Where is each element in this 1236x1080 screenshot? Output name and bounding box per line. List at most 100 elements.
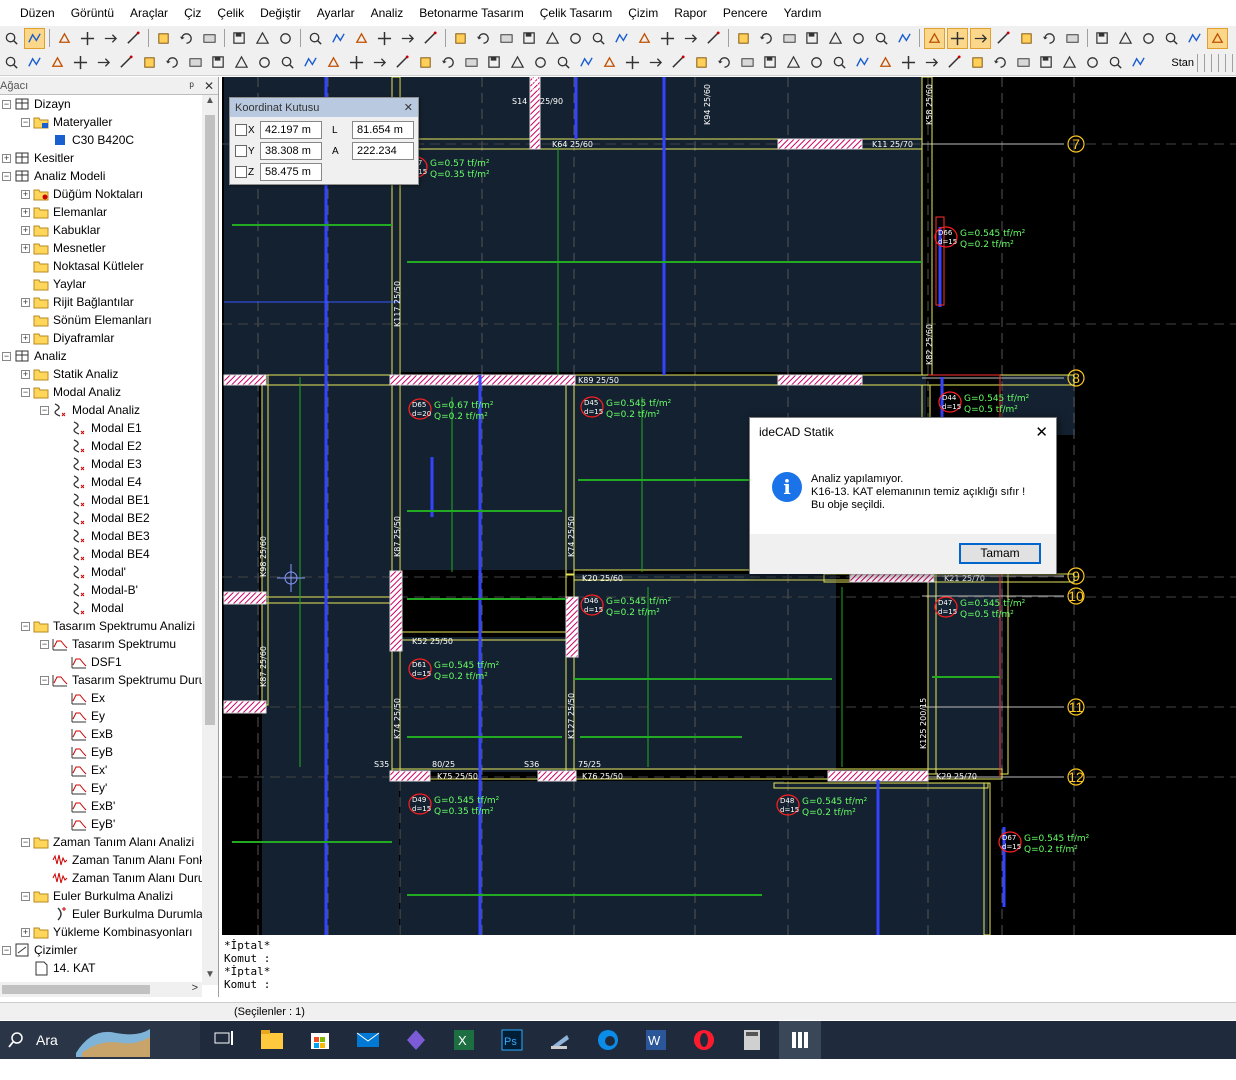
tree-node[interactable]: Modal E4 bbox=[59, 473, 142, 491]
toolbar-tool-icon[interactable] bbox=[255, 53, 274, 72]
tree-node[interactable]: Modal E1 bbox=[59, 419, 142, 437]
ok-button[interactable]: Tamam bbox=[959, 543, 1041, 564]
wall[interactable] bbox=[223, 591, 267, 605]
menu-item-3[interactable]: Çiz bbox=[176, 0, 209, 26]
menu-item-0[interactable]: Düzen bbox=[0, 0, 63, 26]
toolbar-tool-icon[interactable] bbox=[1014, 53, 1033, 72]
toolbar-tool-icon[interactable] bbox=[101, 29, 120, 48]
idecad-taskbar-icon[interactable] bbox=[539, 1021, 581, 1059]
tree-node[interactable]: − Materyaller bbox=[21, 113, 112, 131]
l-value-field[interactable]: 81.654 m bbox=[352, 121, 414, 139]
toolbar-tool-icon[interactable] bbox=[200, 29, 219, 48]
toolbar-tool-icon[interactable] bbox=[738, 53, 757, 72]
toolbar-tool-icon[interactable] bbox=[393, 53, 412, 72]
tree-node[interactable]: − Analiz Modeli bbox=[2, 167, 105, 185]
z-value-field[interactable]: 58.475 m bbox=[260, 163, 322, 181]
expander-icon[interactable]: + bbox=[21, 333, 30, 343]
task-view-icon[interactable] bbox=[203, 1021, 245, 1059]
toolbar-tool-icon[interactable] bbox=[531, 53, 550, 72]
tree-node[interactable]: Modal BE4 bbox=[59, 545, 150, 563]
toolbar-tool-icon[interactable] bbox=[24, 27, 45, 49]
toolbar-tool-icon[interactable] bbox=[25, 53, 44, 72]
toolbar-tool-icon[interactable] bbox=[163, 53, 182, 72]
expander-icon[interactable]: − bbox=[2, 351, 11, 361]
tree-node[interactable]: EyB bbox=[59, 743, 113, 761]
tree-node[interactable]: − Analiz bbox=[2, 347, 67, 365]
z-lock-checkbox[interactable] bbox=[235, 166, 247, 178]
expander-icon[interactable]: + bbox=[21, 243, 30, 253]
toolbar-tool-icon[interactable] bbox=[278, 53, 297, 72]
tree-node[interactable]: Noktasal Kütleler bbox=[21, 257, 144, 275]
menu-item-5[interactable]: Değiştir bbox=[252, 0, 309, 26]
toolbar-tool-icon[interactable] bbox=[876, 53, 895, 72]
expander-icon[interactable]: + bbox=[21, 207, 30, 217]
standard-toolbar-label[interactable]: Stan bbox=[1169, 57, 1194, 69]
toolbar-tool-icon[interactable] bbox=[1129, 53, 1148, 72]
wall[interactable] bbox=[389, 770, 431, 782]
toolbar-tool-icon[interactable] bbox=[968, 53, 987, 72]
close-icon[interactable]: ✕ bbox=[204, 79, 214, 93]
wall[interactable] bbox=[537, 770, 577, 782]
copilot-icon[interactable] bbox=[395, 1021, 437, 1059]
toolbar-tool-icon[interactable] bbox=[306, 29, 325, 48]
y-value-field[interactable]: 38.308 m bbox=[260, 142, 322, 160]
toolbar-tool-icon[interactable] bbox=[2, 53, 21, 72]
floor-plan[interactable]: 789101112K64 25/60 K11 25/70K89 25/50K20 … bbox=[222, 77, 1236, 935]
tree-node[interactable]: − Tasarım Spektrumu Duru bbox=[40, 671, 202, 689]
tree-node[interactable]: + Yükleme Kombinasyonları bbox=[21, 923, 192, 941]
menu-item-12[interactable]: Pencere bbox=[715, 0, 776, 26]
toolbar-tool-icon[interactable] bbox=[347, 53, 366, 72]
toolbar-tool-icon[interactable] bbox=[895, 29, 914, 48]
toolbar-tool-icon[interactable] bbox=[253, 29, 272, 48]
expander-icon[interactable]: − bbox=[2, 171, 11, 181]
toolbar-tool-icon[interactable] bbox=[451, 29, 470, 48]
slab[interactable] bbox=[400, 637, 576, 772]
toolbar-tool-icon[interactable] bbox=[1185, 29, 1204, 48]
menu-item-13[interactable]: Yardım bbox=[776, 0, 830, 26]
hscroll-thumb[interactable] bbox=[2, 985, 150, 994]
tree-node[interactable]: DSF1 bbox=[59, 653, 122, 671]
scroll-down-icon[interactable]: ▼ bbox=[202, 969, 218, 985]
toolbar-tool-icon[interactable] bbox=[140, 53, 159, 72]
toolbar-tool-icon[interactable] bbox=[853, 53, 872, 72]
edge-icon[interactable] bbox=[587, 1021, 629, 1059]
expander-icon[interactable]: − bbox=[21, 621, 30, 631]
tree-node[interactable]: + Düğüm Noktaları bbox=[21, 185, 143, 203]
toolbar-tool-icon[interactable] bbox=[780, 29, 799, 48]
toolbar-tool-icon[interactable] bbox=[416, 53, 435, 72]
toolbar-tool-icon[interactable] bbox=[945, 53, 964, 72]
toolbar-tool-icon[interactable] bbox=[577, 53, 596, 72]
toolbar-tool-icon[interactable] bbox=[1116, 29, 1135, 48]
tree-node[interactable]: − Tasarım Spektrumu bbox=[40, 635, 176, 653]
tree-node[interactable]: Zaman Tanım Alanı Duru bbox=[40, 869, 202, 887]
toolbar-tool-icon[interactable] bbox=[554, 53, 573, 72]
toolbar-tool-icon[interactable] bbox=[421, 29, 440, 48]
toolbar-tool-icon[interactable] bbox=[899, 53, 918, 72]
toolbar-tool-icon[interactable] bbox=[375, 29, 394, 48]
tree-node[interactable]: ExB bbox=[59, 725, 113, 743]
toolbar-tool-icon[interactable] bbox=[803, 29, 822, 48]
tree-node[interactable]: Modal' bbox=[59, 563, 126, 581]
toolbar-tool-icon[interactable] bbox=[669, 53, 688, 72]
slab[interactable] bbox=[400, 77, 922, 372]
dialog-titlebar[interactable]: ideCAD Statik ✕ bbox=[750, 418, 1056, 446]
tree-vertical-scrollbar[interactable]: ▲ ▼ bbox=[202, 95, 218, 985]
toolbar-tool-icon[interactable] bbox=[704, 29, 723, 48]
mail-icon[interactable] bbox=[347, 1021, 389, 1059]
scroll-right-icon[interactable]: > bbox=[192, 982, 198, 994]
wall[interactable] bbox=[389, 570, 403, 652]
close-icon[interactable]: ✕ bbox=[1035, 423, 1048, 441]
scroll-thumb[interactable] bbox=[205, 115, 215, 725]
toolbar-tool-icon[interactable] bbox=[924, 27, 945, 49]
toolbar-tool-icon[interactable] bbox=[566, 29, 585, 48]
photoshop-icon[interactable]: Ps bbox=[491, 1021, 533, 1059]
expander-icon[interactable]: − bbox=[21, 387, 30, 397]
toolbar-tool-icon[interactable] bbox=[600, 53, 619, 72]
taskbar-search[interactable]: Ara bbox=[0, 1021, 200, 1059]
menu-item-11[interactable]: Rapor bbox=[666, 0, 715, 26]
calculator-icon[interactable] bbox=[731, 1021, 773, 1059]
tree-node[interactable]: − Modal Analiz bbox=[21, 383, 121, 401]
toolbar-tool-icon[interactable] bbox=[48, 53, 67, 72]
toolbar-tool-icon[interactable] bbox=[232, 53, 251, 72]
toolbar-tool-icon[interactable] bbox=[71, 53, 90, 72]
